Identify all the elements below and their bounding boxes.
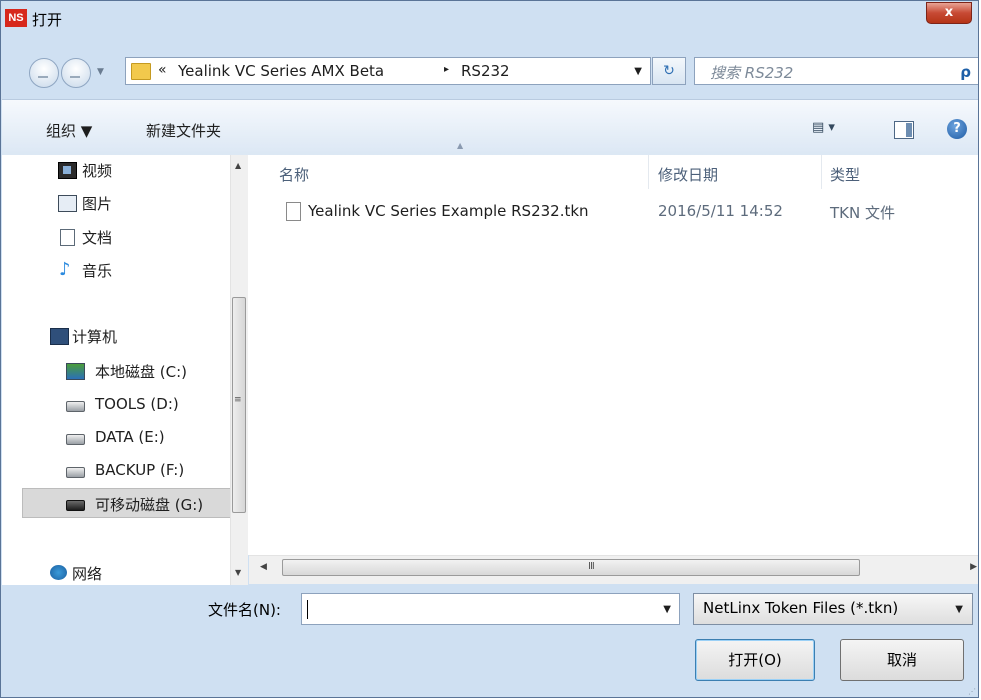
new-folder-button[interactable]: 新建文件夹 <box>146 120 221 141</box>
sidebar-item-pictures[interactable]: 图片 <box>2 188 232 218</box>
music-icon: ♪ <box>59 259 71 280</box>
breadcrumb-parent[interactable]: Yealink VC Series AMX Beta <box>178 62 384 80</box>
sidebar-item-label: 网络 <box>72 565 103 583</box>
sidebar-item-label: TOOLS (D:) <box>95 395 179 413</box>
resize-grip-icon[interactable]: ⋰ <box>968 687 976 696</box>
cancel-button[interactable]: 取消 <box>840 639 964 681</box>
scroll-left-icon[interactable]: ◀ <box>260 562 267 572</box>
scroll-down-icon[interactable]: ▼ <box>235 568 241 577</box>
sidebar-item-drive-f[interactable]: BACKUP (F:) <box>2 456 232 486</box>
file-name: Yealink VC Series Example RS232.tkn <box>308 202 589 220</box>
file-type-filter-select[interactable]: NetLinx Token Files (*.tkn) ▼ <box>693 593 973 625</box>
sidebar-item-label: DATA (E:) <box>95 428 165 446</box>
sidebar-item-drive-e[interactable]: DATA (E:) <box>2 423 232 453</box>
file-type-filter-value: NetLinx Token Files (*.tkn) <box>703 599 899 617</box>
sidebar-item-label: 音乐 <box>82 262 113 280</box>
network-icon <box>50 565 67 580</box>
column-divider[interactable] <box>648 155 649 189</box>
sidebar-item-drive-g[interactable]: 可移动磁盘 (G:) <box>22 488 232 518</box>
scroll-grip-icon: ≡ <box>234 395 242 405</box>
drive-icon <box>66 467 85 478</box>
breadcrumb-separator-icon[interactable]: ▸ <box>444 64 449 75</box>
scroll-right-icon[interactable]: ▶ <box>970 562 977 572</box>
command-toolbar: 组织 ▼ 新建文件夹 ▤ ▾ ? <box>2 99 978 157</box>
computer-icon <box>50 328 69 345</box>
document-icon <box>60 229 75 246</box>
search-icon[interactable]: ρ <box>960 63 971 81</box>
preview-pane-icon[interactable] <box>894 121 914 139</box>
column-header-name[interactable]: 名称 <box>279 164 309 185</box>
help-icon[interactable]: ? <box>947 119 967 139</box>
app-icon: NS <box>5 9 27 27</box>
scroll-up-icon[interactable]: ▲ <box>235 161 241 170</box>
sidebar-item-music[interactable]: ♪ 音乐 <box>2 255 232 285</box>
sidebar-item-label: 文档 <box>82 229 113 247</box>
system-drive-icon <box>66 363 85 380</box>
sidebar-item-label: BACKUP (F:) <box>95 461 185 479</box>
scrollbar-thumb[interactable] <box>232 297 246 513</box>
back-button[interactable] <box>29 58 59 88</box>
sidebar-item-label: 可移动磁盘 (G:) <box>95 496 204 514</box>
recent-locations-dropdown[interactable]: ▼ <box>97 67 104 77</box>
column-header-modified[interactable]: 修改日期 <box>658 164 718 185</box>
file-type: TKN 文件 <box>830 204 895 222</box>
picture-icon <box>58 195 77 212</box>
refresh-button[interactable]: ↻ <box>652 57 686 85</box>
sort-ascending-icon: ▲ <box>457 141 464 150</box>
sidebar-item-drive-d[interactable]: TOOLS (D:) <box>2 390 232 420</box>
scroll-grip-icon: III <box>588 561 595 572</box>
breadcrumb-current[interactable]: RS232 <box>461 62 510 80</box>
chevron-down-icon[interactable]: ▼ <box>955 604 963 615</box>
close-button[interactable]: x <box>926 2 972 24</box>
filename-field[interactable]: ▼ <box>301 593 680 625</box>
sidebar-item-network[interactable]: 网络 <box>2 558 232 588</box>
removable-drive-icon <box>66 500 85 511</box>
drive-icon <box>66 401 85 412</box>
text-caret <box>307 600 308 619</box>
refresh-icon: ↻ <box>663 63 675 79</box>
forward-button[interactable] <box>61 58 91 88</box>
breadcrumb-overflow-chevron[interactable]: « <box>158 62 167 78</box>
sidebar-item-label: 计算机 <box>72 328 118 346</box>
open-button[interactable]: 打开(O) <box>695 639 815 681</box>
change-view-button[interactable]: ▤ ▾ <box>812 120 835 135</box>
sidebar-item-label: 视频 <box>82 162 113 180</box>
navigation-pane: 视频 图片 文档 ♪ 音乐 计算机 本地磁盘 (C:) TOOLS (D:) D <box>2 155 248 585</box>
chevron-down-icon[interactable]: ▼ <box>634 66 642 77</box>
drive-icon <box>66 434 85 445</box>
sidebar-item-computer[interactable]: 计算机 <box>2 321 232 351</box>
folder-icon <box>131 63 151 80</box>
sidebar-item-label: 本地磁盘 (C:) <box>95 363 187 381</box>
search-placeholder: 搜索 RS232 <box>710 64 794 82</box>
file-list-horizontal-scrollbar[interactable]: ◀ III ▶ <box>249 555 978 584</box>
open-file-dialog: NS 打开 x ▼ « Yealink VC Series AMX Beta ▸… <box>0 0 979 698</box>
sidebar-item-drive-c[interactable]: 本地磁盘 (C:) <box>2 356 232 386</box>
sidebar-item-documents[interactable]: 文档 <box>2 222 232 252</box>
file-list: ▲ 名称 修改日期 类型 Yealink VC Series Example R… <box>248 141 978 555</box>
organize-menu-button[interactable]: 组织 ▼ <box>46 120 92 141</box>
title-bar: NS 打开 x <box>1 1 978 37</box>
window-title: 打开 <box>32 11 63 29</box>
filename-label: 文件名(N): <box>208 601 281 619</box>
search-input[interactable]: 搜索 RS232 ρ <box>694 57 978 85</box>
chevron-down-icon[interactable]: ▼ <box>663 604 671 615</box>
column-divider[interactable] <box>821 155 822 189</box>
file-modified: 2016/5/11 14:52 <box>658 202 783 220</box>
column-header-type[interactable]: 类型 <box>830 164 860 185</box>
scrollbar-thumb[interactable]: III <box>282 559 860 576</box>
navigation-pane-scrollbar[interactable]: ▲ ≡ ▼ <box>230 155 248 585</box>
file-row[interactable]: Yealink VC Series Example RS232.tkn 2016… <box>278 200 968 226</box>
sidebar-item-label: 图片 <box>82 195 113 213</box>
file-icon <box>286 202 301 221</box>
video-icon <box>58 162 77 179</box>
sidebar-item-videos[interactable]: 视频 <box>2 155 232 185</box>
address-bar[interactable]: « Yealink VC Series AMX Beta ▸ RS232 ▼ <box>125 57 651 85</box>
